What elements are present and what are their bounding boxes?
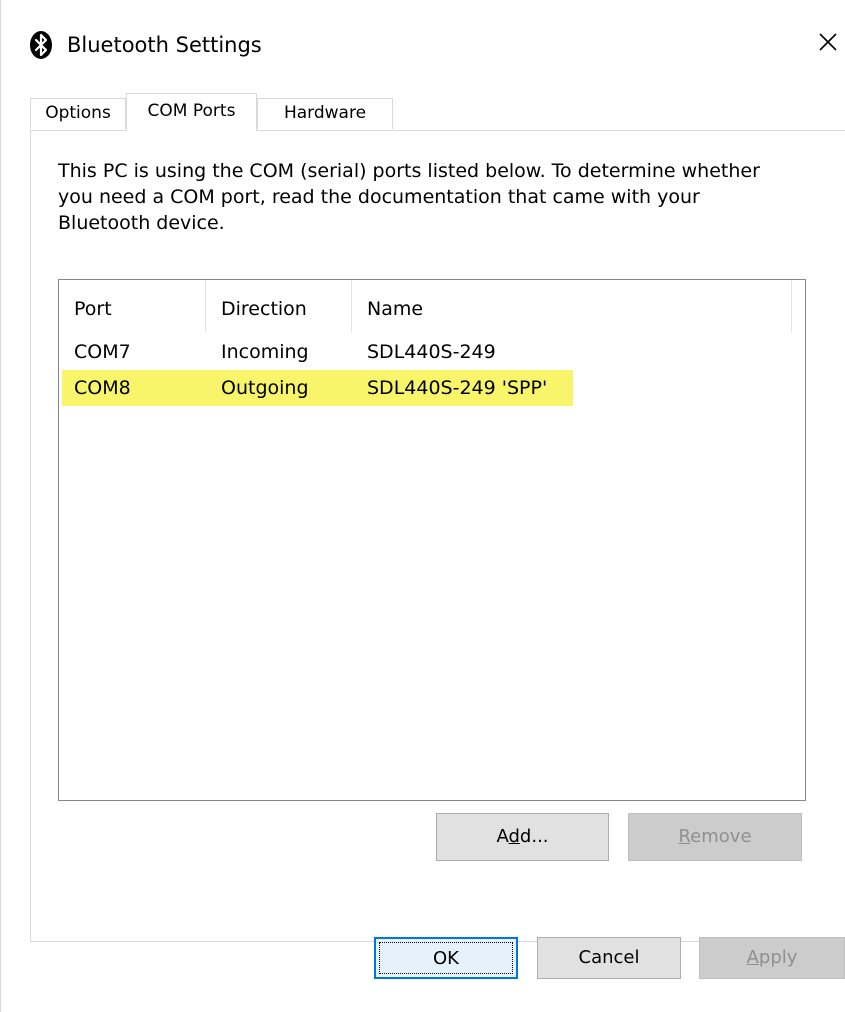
tab-com-ports[interactable]: COM Ports xyxy=(126,93,257,131)
bluetooth-settings-dialog: Bluetooth Settings Options COM Ports Har… xyxy=(0,0,845,1012)
add-label-pre: A xyxy=(496,826,509,847)
add-button[interactable]: Add... xyxy=(436,813,609,861)
cell-direction: Incoming xyxy=(221,341,309,363)
remove-mnemonic: R xyxy=(678,826,691,847)
cell-port: COM7 xyxy=(74,341,131,363)
remove-label-post: emove xyxy=(690,826,752,847)
title-bar[interactable]: Bluetooth Settings xyxy=(1,0,845,88)
cell-port: COM8 xyxy=(74,377,131,399)
close-icon xyxy=(819,33,837,51)
tab-hardware[interactable]: Hardware xyxy=(257,98,393,129)
apply-mnemonic: A xyxy=(746,947,759,968)
remove-button[interactable]: Remove xyxy=(628,813,802,861)
cell-name: SDL440S-249 'SPP' xyxy=(367,377,548,399)
window-title: Bluetooth Settings xyxy=(67,33,262,57)
add-label-post: d... xyxy=(519,826,549,847)
bluetooth-icon xyxy=(30,31,52,59)
focus-rectangle xyxy=(379,942,513,974)
column-header-name[interactable]: Name xyxy=(352,280,792,332)
column-header-direction[interactable]: Direction xyxy=(206,280,352,332)
table-row[interactable]: COM8 Outgoing SDL440S-249 'SPP' xyxy=(59,370,805,406)
cancel-button[interactable]: Cancel xyxy=(537,937,681,979)
tab-options[interactable]: Options xyxy=(30,98,126,129)
apply-label-post: pply xyxy=(758,947,798,968)
column-header-port[interactable]: Port xyxy=(59,280,206,332)
add-mnemonic: d xyxy=(508,826,520,847)
close-button[interactable] xyxy=(810,22,845,62)
cell-name: SDL440S-249 xyxy=(367,341,496,363)
ok-button[interactable]: OK xyxy=(374,937,518,979)
apply-button[interactable]: Apply xyxy=(699,937,845,979)
cell-direction: Outgoing xyxy=(221,377,309,399)
table-row[interactable]: COM7 Incoming SDL440S-249 xyxy=(59,334,805,370)
com-ports-list[interactable]: Port Direction Name COM7 Incoming SDL440… xyxy=(58,279,806,801)
com-ports-description: This PC is using the COM (serial) ports … xyxy=(58,160,760,234)
list-header: Port Direction Name xyxy=(59,280,805,332)
